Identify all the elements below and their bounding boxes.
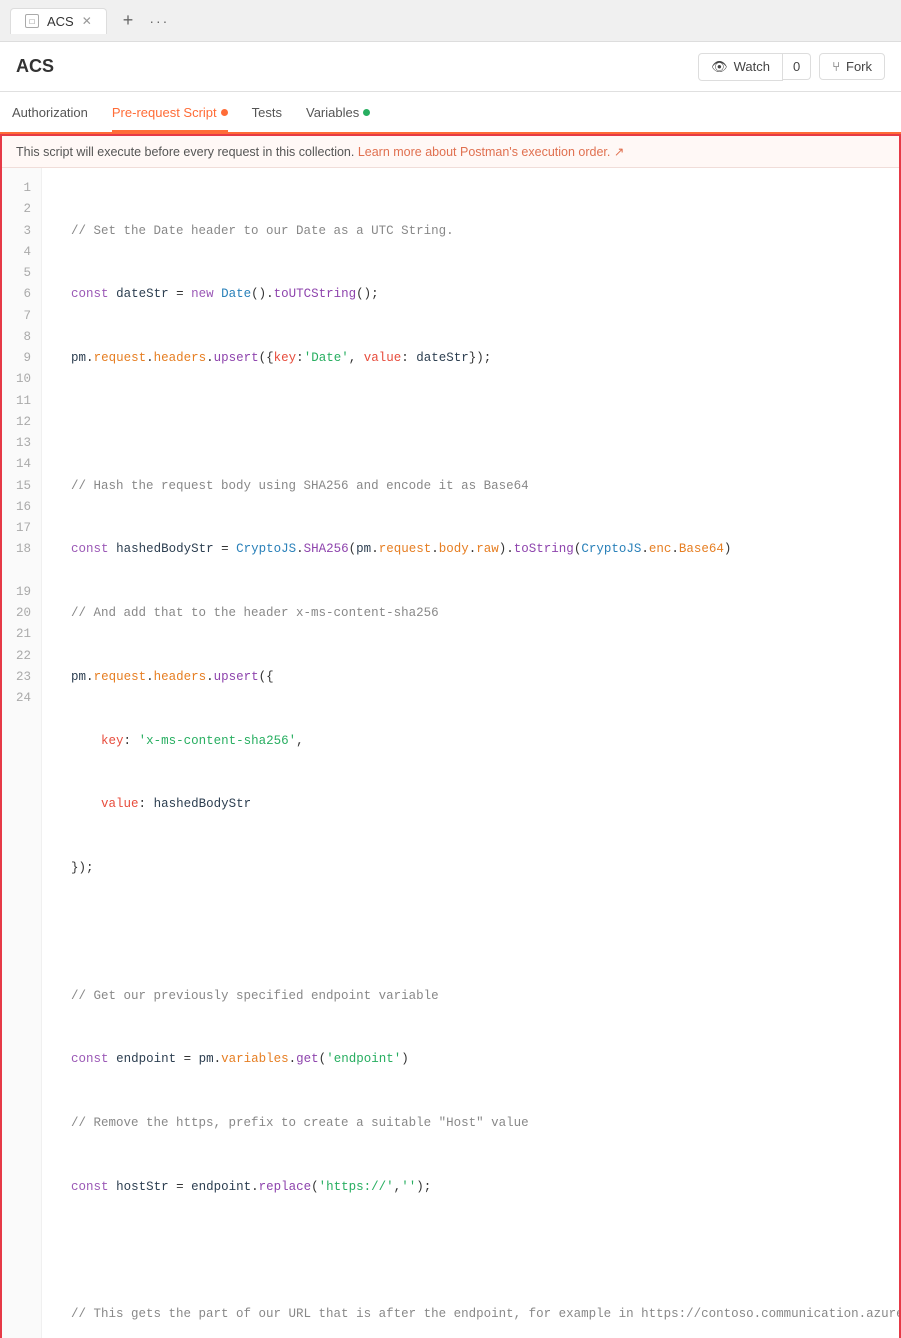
line-num-4: 4 xyxy=(16,242,31,263)
code-line-7: // And add that to the header x-ms-conte… xyxy=(56,603,885,624)
line-num-10: 10 xyxy=(16,369,31,390)
line-num-24: 24 xyxy=(16,688,31,709)
code-line-11: }); xyxy=(56,858,885,879)
code-line-17 xyxy=(56,1241,885,1262)
fork-label: Fork xyxy=(846,59,872,74)
code-line-5: // Hash the request body using SHA256 an… xyxy=(56,476,885,497)
line-num-3: 3 xyxy=(16,221,31,242)
code-line-14: const endpoint = pm.variables.get('endpo… xyxy=(56,1049,885,1070)
pre-request-dot xyxy=(221,109,228,116)
watch-group: 👁 Watch 0 xyxy=(698,53,811,81)
watch-count: 0 xyxy=(783,53,811,80)
line-num-11: 11 xyxy=(16,391,31,412)
code-line-8: pm.request.headers.upsert({ xyxy=(56,667,885,688)
notice-link[interactable]: Learn more about Postman's execution ord… xyxy=(358,145,624,159)
tab-close-button[interactable]: ✕ xyxy=(82,14,92,28)
code-line-1: // Set the Date header to our Date as a … xyxy=(56,221,885,242)
code-line-3: pm.request.headers.upsert({key:'Date', v… xyxy=(56,348,885,369)
eye-icon: 👁 xyxy=(711,59,728,75)
code-line-15: // Remove the https, prefix to create a … xyxy=(56,1113,885,1134)
tab-tests[interactable]: Tests xyxy=(252,95,282,132)
line-num-7: 7 xyxy=(16,306,31,327)
tab-authorization-label: Authorization xyxy=(12,105,88,120)
line-num-9: 9 xyxy=(16,348,31,369)
browser-tab-active[interactable]: □ ACS ✕ xyxy=(10,8,107,34)
line-num-23: 23 xyxy=(16,667,31,688)
tab-pre-request-script[interactable]: Pre-request Script xyxy=(112,95,228,132)
line-num-17: 17 xyxy=(16,518,31,539)
notice-bar: This script will execute before every re… xyxy=(2,136,899,168)
code-content: 1 2 3 4 5 6 7 8 9 10 11 12 13 14 15 16 1… xyxy=(2,168,899,1338)
header-actions: 👁 Watch 0 ⑂ Fork xyxy=(698,53,885,81)
browser-chrome: □ ACS ✕ + ··· xyxy=(0,0,901,42)
code-line-2: const dateStr = new Date().toUTCString()… xyxy=(56,284,885,305)
fork-button[interactable]: ⑂ Fork xyxy=(819,53,885,80)
tab-more-button[interactable]: ··· xyxy=(149,13,169,29)
fork-icon: ⑂ xyxy=(832,59,840,74)
line-num-14: 14 xyxy=(16,454,31,475)
line-numbers: 1 2 3 4 5 6 7 8 9 10 11 12 13 14 15 16 1… xyxy=(2,168,42,1338)
code-line-6: const hashedBodyStr = CryptoJS.SHA256(pm… xyxy=(56,539,885,560)
code-line-16: const hostStr = endpoint.replace('https:… xyxy=(56,1177,885,1198)
line-num-13: 13 xyxy=(16,433,31,454)
tab-label: ACS xyxy=(47,14,74,29)
tab-authorization[interactable]: Authorization xyxy=(12,95,88,132)
tab-variables-label: Variables xyxy=(306,105,359,120)
line-num-21: 21 xyxy=(16,624,31,645)
code-lines[interactable]: // Set the Date header to our Date as a … xyxy=(42,168,899,1338)
line-num-2: 2 xyxy=(16,199,31,220)
line-num-15: 15 xyxy=(16,476,31,497)
line-num-20: 20 xyxy=(16,603,31,624)
line-num-18b xyxy=(16,561,31,582)
line-num-16: 16 xyxy=(16,497,31,518)
tab-pre-request-label: Pre-request Script xyxy=(112,105,217,120)
app-title: ACS xyxy=(16,56,54,77)
line-num-22: 22 xyxy=(16,646,31,667)
watch-label: Watch xyxy=(734,59,770,74)
line-num-8: 8 xyxy=(16,327,31,348)
nav-tabs: Authorization Pre-request Script Tests V… xyxy=(0,92,901,134)
code-line-4 xyxy=(56,412,885,433)
code-line-9: key: 'x-ms-content-sha256', xyxy=(56,731,885,752)
notice-text: This script will execute before every re… xyxy=(16,145,358,159)
line-num-18: 18 xyxy=(16,539,31,560)
code-line-13: // Get our previously specified endpoint… xyxy=(56,986,885,1007)
code-line-10: value: hashedBodyStr xyxy=(56,794,885,815)
code-line-12 xyxy=(56,922,885,943)
app-header: ACS 👁 Watch 0 ⑂ Fork xyxy=(0,42,901,92)
tab-variables[interactable]: Variables xyxy=(306,95,370,132)
line-num-5: 5 xyxy=(16,263,31,284)
tab-tests-label: Tests xyxy=(252,105,282,120)
line-num-12: 12 xyxy=(16,412,31,433)
code-editor: This script will execute before every re… xyxy=(0,134,901,1338)
variables-dot xyxy=(363,109,370,116)
tab-icon: □ xyxy=(25,14,39,28)
watch-button[interactable]: 👁 Watch xyxy=(698,53,783,81)
line-num-1: 1 xyxy=(16,178,31,199)
code-line-18: // This gets the part of our URL that is… xyxy=(56,1304,885,1325)
new-tab-button[interactable]: + xyxy=(115,8,142,33)
line-num-19: 19 xyxy=(16,582,31,603)
line-num-6: 6 xyxy=(16,284,31,305)
